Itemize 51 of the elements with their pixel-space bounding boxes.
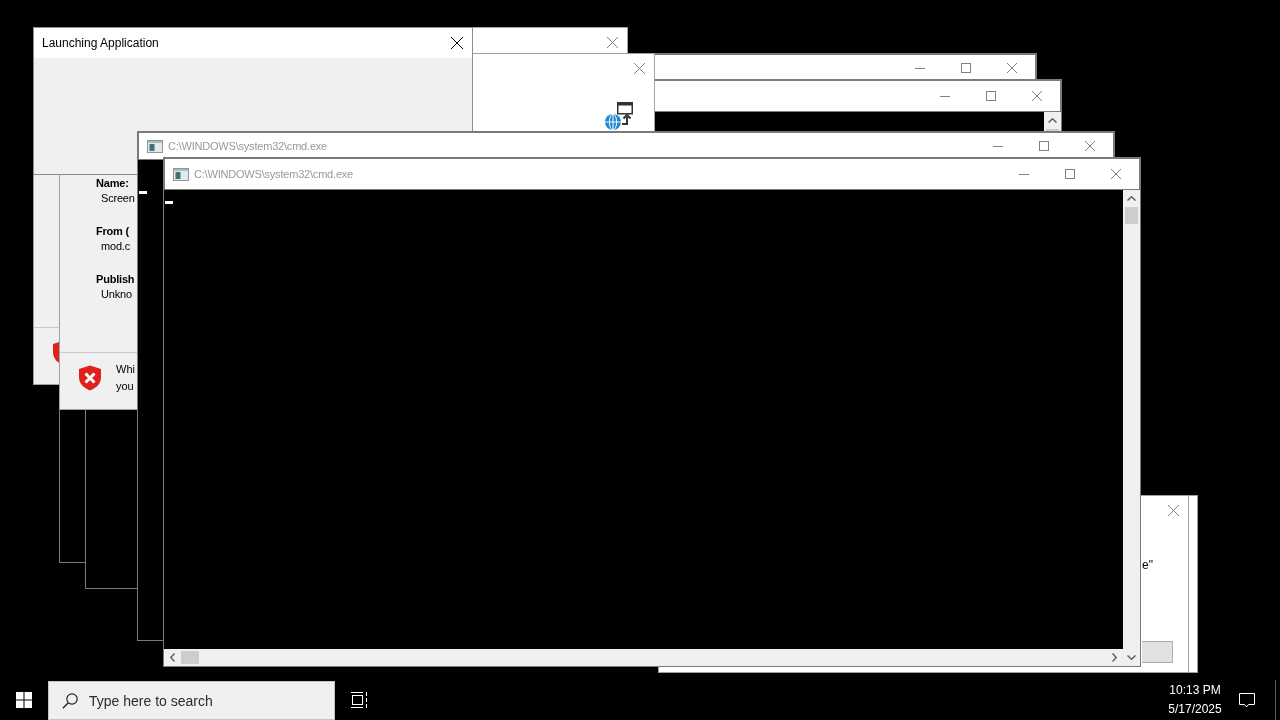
warning-text: Whi you xyxy=(116,362,135,394)
console-icon xyxy=(173,167,189,181)
window-title: C:\WINDOWS\system32\cmd.exe xyxy=(194,168,353,180)
cursor-icon xyxy=(139,191,147,194)
chevron-up-icon xyxy=(1127,196,1136,201)
close-icon xyxy=(633,62,645,74)
vertical-scrollbar[interactable] xyxy=(1044,112,1061,133)
chevron-down-icon xyxy=(1127,655,1136,660)
task-view-icon xyxy=(351,692,369,708)
close-icon xyxy=(1167,504,1179,516)
maximize-icon xyxy=(1065,169,1075,179)
vertical-scrollbar[interactable] xyxy=(1123,190,1140,666)
search-icon xyxy=(62,692,78,709)
scrollbar-thumb[interactable] xyxy=(1125,207,1138,224)
clock-time[interactable]: 10:13 PM xyxy=(1169,681,1221,700)
shield-icon xyxy=(78,365,102,391)
horizontal-scrollbar[interactable] xyxy=(164,649,1123,666)
search-field[interactable]: Type here to search xyxy=(89,690,334,711)
clock-date[interactable]: 5/17/2025 xyxy=(1168,700,1222,719)
scrollbar-thumb[interactable] xyxy=(181,651,199,664)
chevron-up-icon xyxy=(1048,118,1057,123)
globe-window-icon xyxy=(604,101,634,131)
field-value: mod.c xyxy=(101,239,130,254)
chevron-left-icon xyxy=(170,653,175,662)
chevron-right-icon xyxy=(1112,653,1117,662)
maximize-icon xyxy=(961,63,971,73)
close-icon xyxy=(1085,141,1095,151)
cursor-icon xyxy=(165,201,173,204)
dialog-text: e" xyxy=(1142,558,1153,572)
minimize-icon xyxy=(1019,173,1029,175)
maximize-icon xyxy=(1039,141,1049,151)
field-label: Name: xyxy=(96,176,129,191)
minimize-icon xyxy=(993,145,1003,147)
close-icon xyxy=(1007,63,1017,73)
window-title: Launching Application xyxy=(42,36,159,50)
search-bar[interactable]: Type here to search xyxy=(48,681,335,720)
notification-icon xyxy=(1239,692,1255,708)
field-label: From ( xyxy=(96,224,130,239)
console-icon xyxy=(147,139,163,153)
maximize-icon xyxy=(986,91,996,101)
field-label: Publish xyxy=(96,272,135,287)
minimize-icon xyxy=(940,95,950,97)
close-icon xyxy=(451,37,463,49)
close-icon xyxy=(1032,91,1042,101)
start-icon xyxy=(16,692,32,708)
field-value: Screen xyxy=(101,191,135,206)
close-icon xyxy=(1111,169,1121,179)
window-title: C:\WINDOWS\system32\cmd.exe xyxy=(168,140,327,152)
field-value: Unkno xyxy=(101,287,132,302)
minimize-icon xyxy=(915,67,925,69)
close-icon xyxy=(606,36,618,48)
